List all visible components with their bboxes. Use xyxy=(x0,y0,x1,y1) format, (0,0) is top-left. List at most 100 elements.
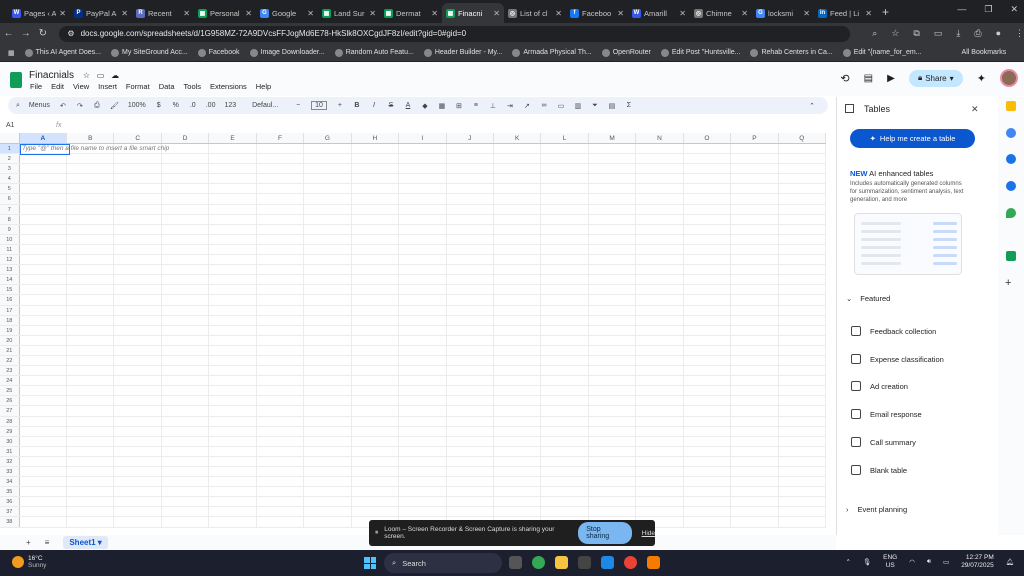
cell[interactable] xyxy=(731,204,779,214)
cell[interactable] xyxy=(731,497,779,507)
featured-item[interactable]: Expense classification xyxy=(851,354,944,364)
cell[interactable] xyxy=(589,386,637,396)
cell[interactable] xyxy=(541,275,589,285)
cell[interactable] xyxy=(352,144,400,154)
cell[interactable] xyxy=(352,446,400,456)
cell[interactable] xyxy=(731,416,779,426)
cell[interactable] xyxy=(636,295,684,305)
cell[interactable] xyxy=(20,507,68,517)
cell[interactable] xyxy=(352,366,400,376)
cell[interactable] xyxy=(257,376,305,386)
cell[interactable] xyxy=(399,507,447,517)
cell[interactable] xyxy=(257,436,305,446)
cell[interactable] xyxy=(494,265,542,275)
cell[interactable] xyxy=(636,345,684,355)
cell[interactable] xyxy=(684,184,732,194)
cell[interactable] xyxy=(684,345,732,355)
cell[interactable] xyxy=(20,456,68,466)
cell[interactable] xyxy=(162,154,210,164)
cell[interactable] xyxy=(162,184,210,194)
cell[interactable] xyxy=(209,144,257,154)
browser-tab[interactable]: W Pages ‹ A ✕ xyxy=(8,3,70,23)
tab-close-icon[interactable]: ✕ xyxy=(493,9,500,18)
cell[interactable] xyxy=(494,406,542,416)
cell[interactable] xyxy=(447,184,494,194)
cell[interactable] xyxy=(684,144,732,154)
cell[interactable] xyxy=(352,345,400,355)
cell[interactable] xyxy=(20,426,68,436)
cell[interactable] xyxy=(352,487,400,497)
cell[interactable] xyxy=(304,154,352,164)
cell[interactable] xyxy=(589,295,637,305)
cell[interactable] xyxy=(541,214,589,224)
link-icon[interactable]: ∞ xyxy=(540,102,548,109)
cell[interactable] xyxy=(541,477,589,487)
cell[interactable] xyxy=(541,386,589,396)
cell[interactable] xyxy=(779,446,826,456)
cell[interactable] xyxy=(779,497,826,507)
cell[interactable] xyxy=(67,234,115,244)
bookmark-item[interactable]: Armada Physical Th... xyxy=(512,48,592,57)
cell[interactable] xyxy=(257,386,305,396)
cell[interactable] xyxy=(636,305,684,315)
cell[interactable] xyxy=(636,234,684,244)
cell[interactable] xyxy=(399,194,447,204)
wrap-icon[interactable]: ⇥ xyxy=(506,102,514,110)
cell[interactable] xyxy=(20,164,68,174)
cell[interactable] xyxy=(589,194,637,204)
row-header[interactable]: 37 xyxy=(0,507,20,517)
cell[interactable] xyxy=(67,446,115,456)
sheet-tab-sheet1[interactable]: Sheet1 ▾ xyxy=(63,536,108,549)
cell[interactable] xyxy=(684,386,732,396)
row-header[interactable]: 8 xyxy=(0,214,20,224)
cell[interactable] xyxy=(114,174,162,184)
cell[interactable] xyxy=(684,446,732,456)
cell[interactable] xyxy=(684,204,732,214)
cell[interactable] xyxy=(589,426,637,436)
cell[interactable] xyxy=(636,376,684,386)
cell[interactable] xyxy=(494,255,542,265)
cell[interactable] xyxy=(114,295,162,305)
row-header[interactable]: 35 xyxy=(0,487,20,497)
menu-edit[interactable]: Edit xyxy=(51,82,64,91)
cell[interactable] xyxy=(636,154,684,164)
featured-item[interactable]: Feedback collection xyxy=(851,326,936,336)
cell[interactable] xyxy=(67,355,115,366)
menu-format[interactable]: Format xyxy=(126,82,150,91)
cell[interactable] xyxy=(779,164,826,174)
cell[interactable] xyxy=(399,234,447,244)
cell[interactable] xyxy=(731,275,779,285)
wifi-icon[interactable]: ◠ xyxy=(909,558,915,566)
cell[interactable] xyxy=(731,446,779,456)
featured-section-toggle[interactable]: ⌄ Featured xyxy=(846,294,890,303)
cell[interactable] xyxy=(447,174,494,184)
cell[interactable] xyxy=(589,164,637,174)
cell[interactable] xyxy=(304,305,352,315)
cell[interactable] xyxy=(779,467,826,477)
cell[interactable] xyxy=(114,285,162,295)
featured-item[interactable]: Blank table xyxy=(851,465,907,475)
cell[interactable] xyxy=(209,366,257,376)
cell[interactable] xyxy=(352,154,400,164)
cell[interactable] xyxy=(304,386,352,396)
cell[interactable] xyxy=(541,426,589,436)
cell[interactable] xyxy=(494,396,542,406)
cell[interactable] xyxy=(209,426,257,436)
cell[interactable] xyxy=(684,164,732,174)
cell[interactable] xyxy=(352,204,400,214)
cell[interactable] xyxy=(541,255,589,265)
cell[interactable] xyxy=(636,194,684,204)
move-folder-icon[interactable]: ▭ xyxy=(97,71,105,80)
history-icon[interactable]: ⟲ xyxy=(840,72,849,85)
row-header[interactable]: 1 xyxy=(0,144,20,154)
close-icon[interactable]: ✕ xyxy=(971,104,979,115)
cell[interactable] xyxy=(447,224,494,234)
percent-button[interactable]: % xyxy=(172,102,180,109)
cell[interactable] xyxy=(20,325,68,335)
browser-tab[interactable]: G Google ✕ xyxy=(256,3,318,23)
filter-icon[interactable]: ⏷ xyxy=(591,102,599,110)
tasks-icon[interactable] xyxy=(1006,154,1016,164)
cell[interactable] xyxy=(162,396,210,406)
cell[interactable] xyxy=(684,154,732,164)
cell[interactable] xyxy=(399,345,447,355)
